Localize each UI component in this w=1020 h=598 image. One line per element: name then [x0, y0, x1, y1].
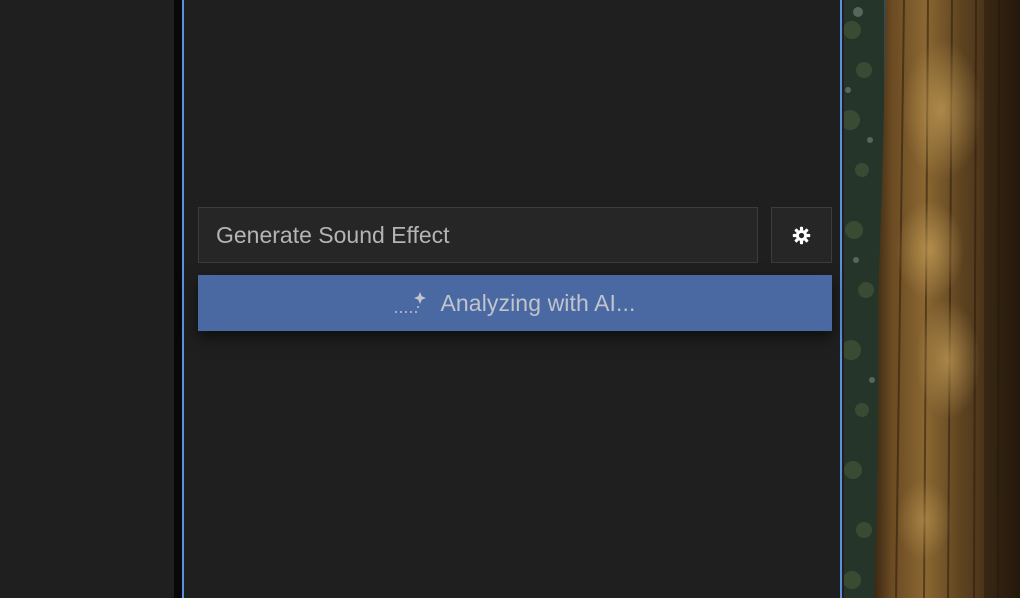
panel-divider[interactable] [174, 0, 182, 598]
left-panel [0, 0, 174, 598]
settings-button[interactable] [771, 207, 832, 263]
sound-effect-panel: Analyzing with AI... [182, 0, 842, 598]
video-frame-forest [844, 0, 1020, 598]
video-preview [844, 0, 1020, 598]
sound-effect-prompt-input[interactable] [198, 207, 758, 263]
analyze-button-label: Analyzing with AI... [440, 289, 636, 316]
editor-window: Analyzing with AI... [0, 0, 1020, 598]
sparkle-icon [395, 292, 427, 313]
analyze-with-ai-button[interactable]: Analyzing with AI... [198, 275, 832, 331]
gear-icon [792, 226, 811, 244]
